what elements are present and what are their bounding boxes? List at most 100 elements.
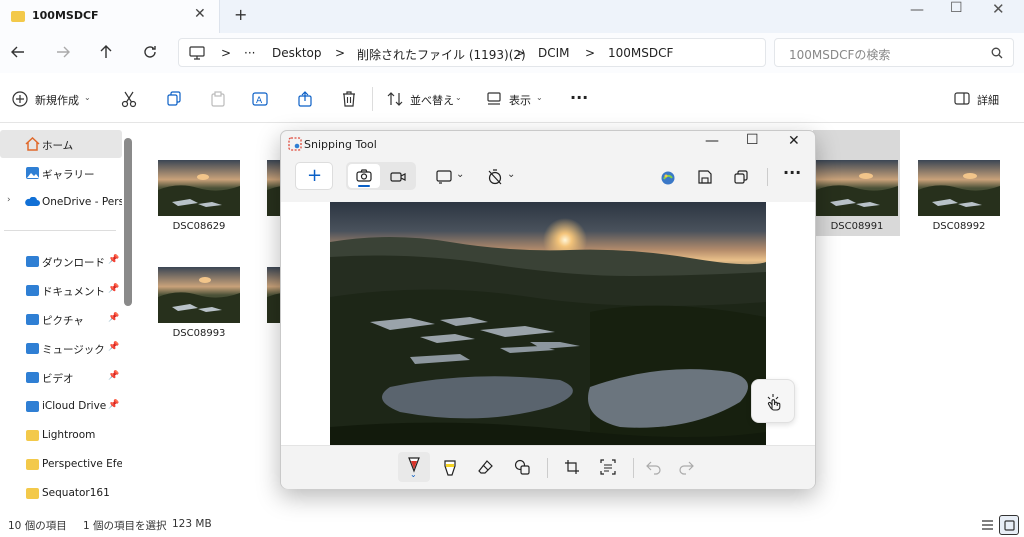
- maximize-button[interactable]: ☐: [950, 0, 963, 16]
- sidebar-item-icloud-drive[interactable]: iCloud Drive 📌: [0, 392, 122, 420]
- sidebar-item-downloads[interactable]: ダウンロード 📌: [0, 247, 122, 275]
- delete-icon[interactable]: [341, 90, 357, 108]
- back-arrow-icon[interactable]: [10, 44, 26, 60]
- folder-icon: [11, 11, 25, 22]
- new-icon: [12, 91, 28, 107]
- shapes-icon[interactable]: [514, 459, 530, 475]
- tiles-view-button[interactable]: [999, 515, 1019, 535]
- folder-icon: [26, 401, 39, 412]
- new-button[interactable]: 新規作成: [35, 92, 79, 108]
- photo-thumbnail: [918, 160, 1000, 216]
- file-item[interactable]: DSC08629: [158, 160, 242, 240]
- sidebar-item-onedrive[interactable]: › OneDrive - Perso: [0, 188, 122, 216]
- video-camera-icon[interactable]: [390, 171, 406, 183]
- status-bar: 10 個の項目 1 個の項目を選択 123 MB: [0, 514, 1024, 537]
- sidebar-item-home[interactable]: ホーム: [0, 130, 122, 158]
- breadcrumb-dcim[interactable]: DCIM: [538, 46, 570, 60]
- photo-thumbnail: [816, 160, 898, 216]
- breadcrumb-separator: >: [515, 46, 526, 60]
- tab-100msdcf[interactable]: 100MSDCF ✕: [0, 0, 220, 33]
- download-folder-icon: [26, 256, 39, 267]
- tiles-view-icon: [1004, 520, 1015, 531]
- screenshot-mode-button[interactable]: [348, 164, 380, 188]
- search-input[interactable]: 100MSDCFの検索: [789, 46, 890, 63]
- sidebar-item-videos[interactable]: ビデオ 📌: [0, 363, 122, 391]
- snipping-tool-title: Snipping Tool: [304, 138, 377, 151]
- minimize-button[interactable]: —: [705, 133, 719, 149]
- close-window-button[interactable]: ✕: [992, 0, 1005, 18]
- sidebar-scrollbar[interactable]: [124, 138, 132, 306]
- paste-icon[interactable]: [210, 91, 226, 107]
- sidebar-item-gallery[interactable]: ギャラリー: [0, 159, 122, 187]
- text-actions-button[interactable]: [751, 379, 795, 423]
- close-button[interactable]: ✕: [788, 133, 800, 149]
- cut-icon[interactable]: [121, 90, 137, 108]
- svg-text:A: A: [256, 96, 263, 106]
- up-arrow-icon[interactable]: [98, 44, 114, 60]
- file-item[interactable]: [267, 160, 281, 216]
- snip-shape-icon[interactable]: [436, 170, 452, 184]
- details-pane-icon: [954, 92, 970, 105]
- share-icon[interactable]: [297, 91, 313, 107]
- see-more-button[interactable]: ···: [570, 88, 588, 107]
- save-icon[interactable]: [698, 170, 712, 184]
- sort-button[interactable]: 並べ替え: [410, 92, 454, 108]
- sidebar-item-sequator161[interactable]: Sequator161: [0, 479, 122, 507]
- breadcrumb-overflow[interactable]: ···: [244, 46, 255, 60]
- captured-photo: [330, 202, 766, 445]
- pin-icon: 📌: [108, 400, 120, 410]
- chevron-down-icon[interactable]: ⌄: [507, 169, 515, 180]
- eraser-icon[interactable]: [478, 459, 494, 475]
- chevron-down-icon: ⌄: [84, 93, 91, 102]
- details-button[interactable]: 詳細: [977, 92, 999, 108]
- address-bar[interactable]: > ··· > Desktop 削除されたファイル (1193)(2) > DC…: [178, 38, 766, 67]
- breadcrumb-100msdcf[interactable]: 100MSDCF: [608, 46, 673, 60]
- rename-icon[interactable]: A: [252, 91, 270, 107]
- edit-in-paint-icon[interactable]: [660, 170, 676, 186]
- file-item[interactable]: DSC08991: [816, 160, 900, 240]
- folder-icon: [26, 488, 39, 499]
- photo-thumbnail: [267, 160, 281, 216]
- undo-icon[interactable]: [646, 459, 662, 475]
- forward-arrow-icon[interactable]: [55, 44, 71, 60]
- sidebar-item-pictures[interactable]: ピクチャ 📌: [0, 305, 122, 333]
- breadcrumb-deleted-files[interactable]: 削除されたファイル (1193)(2): [357, 46, 526, 63]
- view-button[interactable]: 表示: [509, 92, 531, 108]
- highlighter-icon[interactable]: [443, 459, 457, 477]
- file-name: DSC08991: [830, 221, 884, 232]
- videos-folder-icon: [26, 372, 39, 383]
- tab-close-icon[interactable]: ✕: [194, 6, 206, 22]
- file-item[interactable]: DSC08992: [918, 160, 1002, 240]
- sidebar-item-music[interactable]: ミュージック 📌: [0, 334, 122, 362]
- sidebar-item-label: Lightroom: [42, 429, 96, 441]
- chevron-right-icon[interactable]: ›: [7, 195, 11, 205]
- sidebar-item-lightroom[interactable]: Lightroom: [0, 421, 122, 449]
- sidebar-item-documents[interactable]: ドキュメント 📌: [0, 276, 122, 304]
- chevron-down-icon[interactable]: ⌄: [456, 169, 464, 180]
- timer-off-icon[interactable]: [487, 169, 503, 185]
- minimize-button[interactable]: —: [910, 2, 924, 18]
- ballpoint-pen-button[interactable]: ⌄: [398, 452, 430, 482]
- cloud-icon: [25, 197, 40, 206]
- copy-icon[interactable]: [734, 170, 748, 184]
- text-actions-icon[interactable]: [600, 459, 616, 475]
- breadcrumb-desktop[interactable]: Desktop: [272, 46, 322, 60]
- navigation-bar: > ··· > Desktop 削除されたファイル (1193)(2) > DC…: [0, 33, 1024, 73]
- sort-icon: [387, 92, 403, 106]
- tab-title: 100MSDCF: [32, 9, 99, 22]
- new-tab-button[interactable]: +: [234, 5, 247, 24]
- file-item[interactable]: DSC08993: [158, 267, 242, 347]
- snip-canvas[interactable]: [281, 202, 815, 445]
- file-item[interactable]: [267, 267, 281, 323]
- crop-icon[interactable]: [564, 459, 580, 475]
- maximize-button[interactable]: ☐: [746, 132, 759, 148]
- new-snip-button[interactable]: +: [295, 162, 333, 190]
- refresh-icon[interactable]: [142, 44, 158, 60]
- sidebar-item-perspective-efex[interactable]: Perspective Efex: [0, 450, 122, 478]
- see-more-button[interactable]: ···: [783, 163, 801, 182]
- pin-icon: 📌: [108, 255, 120, 265]
- copy-icon[interactable]: [166, 91, 182, 107]
- redo-icon[interactable]: [678, 459, 694, 475]
- search-box[interactable]: 100MSDCFの検索: [774, 38, 1014, 67]
- details-view-icon[interactable]: [981, 519, 994, 531]
